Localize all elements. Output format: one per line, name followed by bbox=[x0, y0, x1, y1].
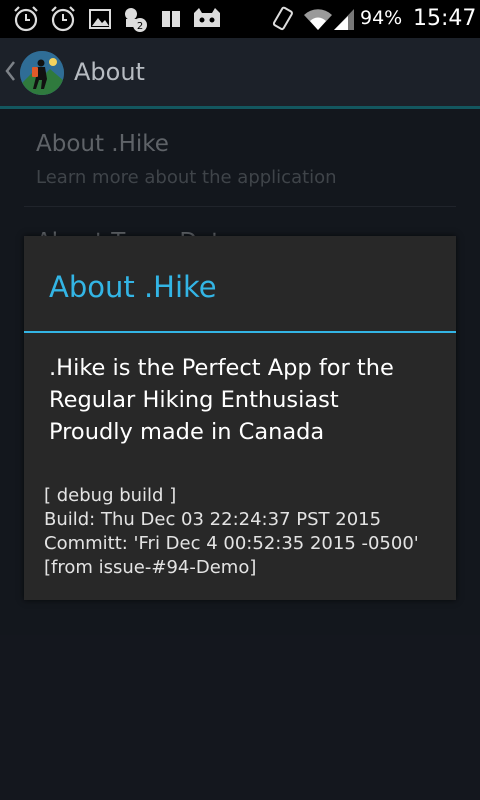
clock: 15:47 bbox=[413, 6, 477, 31]
alarm-icon bbox=[51, 6, 75, 32]
page-title: About bbox=[74, 58, 145, 86]
action-bar: About bbox=[0, 38, 480, 106]
app-logo-icon[interactable] bbox=[20, 51, 64, 95]
dialog-message-line: Proudly made in Canada bbox=[49, 419, 325, 445]
dialog-message-line: Regular Hiking Enthusiast bbox=[49, 387, 339, 413]
build-info-line: [from issue-#94-Demo] bbox=[44, 557, 257, 578]
about-dialog: About .Hike .Hike is the Perfect App for… bbox=[24, 236, 456, 600]
dialog-title: About .Hike bbox=[49, 270, 217, 304]
signal-icon bbox=[334, 9, 354, 30]
build-info-line: Committ: 'Fri Dec 4 00:52:35 2015 -0500' bbox=[44, 533, 419, 554]
rotate-icon bbox=[272, 6, 293, 31]
dialog-message: .Hike is the Perfect App for the Regular… bbox=[49, 352, 449, 448]
build-info: [ debug build ] Build: Thu Dec 03 22:24:… bbox=[44, 484, 454, 580]
status-bar: 2 94% 15:47 bbox=[0, 0, 480, 38]
dialog-message-line: .Hike is the Perfect App for the bbox=[49, 355, 394, 381]
chevron-left-icon[interactable] bbox=[3, 56, 17, 86]
image-icon bbox=[89, 9, 111, 29]
dialog-title-divider bbox=[24, 331, 456, 333]
notification-count: 2 bbox=[137, 21, 143, 32]
build-info-line: Build: Thu Dec 03 22:24:37 PST 2015 bbox=[44, 509, 382, 530]
alarm-icon bbox=[14, 6, 38, 32]
usb-debug-icon: 2 bbox=[125, 8, 147, 32]
battery-level: 94% bbox=[360, 7, 403, 29]
sd-card-icon bbox=[162, 11, 180, 27]
cyanogen-icon bbox=[194, 8, 220, 27]
build-info-line: [ debug build ] bbox=[44, 485, 177, 506]
